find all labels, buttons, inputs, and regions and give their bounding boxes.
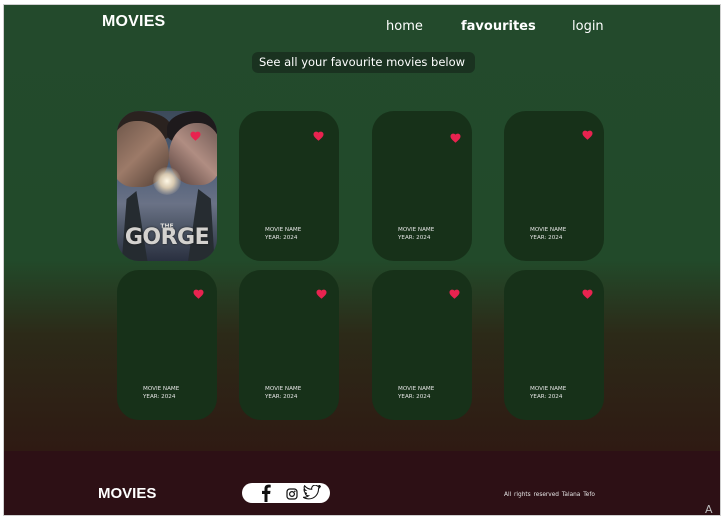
poster-art <box>153 167 181 195</box>
movie-card[interactable]: MOVIE NAME YEAR: 2024 <box>504 111 604 261</box>
movie-name: MOVIE NAME <box>265 227 302 233</box>
movie-meta: MOVIE NAME YEAR: 2024 <box>398 227 434 242</box>
heart-icon[interactable] <box>316 289 328 301</box>
footer: MOVIES All rights reserved Talana Tefo <box>4 451 720 515</box>
author-name: Talana Tefo <box>561 492 595 498</box>
movie-meta: MOVIE NAME YEAR: 2024 <box>265 386 301 401</box>
movie-year: YEAR: 2024 <box>398 234 431 241</box>
instagram-icon[interactable] <box>286 487 298 505</box>
movie-year: YEAR: 2024 <box>265 234 298 241</box>
heart-icon[interactable] <box>582 289 594 301</box>
nav-favourites-link[interactable]: favourites <box>461 19 536 34</box>
site-logo[interactable]: MOVIES <box>102 13 165 31</box>
heart-icon[interactable] <box>450 133 462 145</box>
heart-icon[interactable] <box>193 289 205 301</box>
movie-name: MOVIE NAME <box>265 386 302 392</box>
movie-card[interactable]: MOVIE NAME YEAR: 2024 <box>372 111 472 261</box>
movie-card[interactable]: THE GORGE <box>117 111 217 261</box>
twitter-icon[interactable] <box>301 484 322 505</box>
movie-card[interactable]: MOVIE NAME YEAR: 2024 <box>372 270 472 420</box>
movie-year: YEAR: 2024 <box>265 393 298 400</box>
footer-logo[interactable]: MOVIES <box>98 485 156 502</box>
movie-meta: MOVIE NAME YEAR: 2024 <box>398 386 434 401</box>
movie-meta: MOVIE NAME YEAR: 2024 <box>143 386 179 401</box>
movie-name: MOVIE NAME <box>398 227 435 233</box>
facebook-icon[interactable] <box>261 484 271 507</box>
movie-card[interactable]: MOVIE NAME YEAR: 2024 <box>239 270 339 420</box>
nav-login-link[interactable]: login <box>572 19 604 34</box>
heart-icon[interactable] <box>582 130 594 142</box>
movie-name: MOVIE NAME <box>530 227 567 233</box>
copyright-text: All rights reserved Talana Tefo <box>504 492 595 498</box>
movie-meta: MOVIE NAME YEAR: 2024 <box>265 227 301 242</box>
movie-year: YEAR: 2024 <box>530 234 563 241</box>
movie-card[interactable]: MOVIE NAME YEAR: 2024 <box>117 270 217 420</box>
movie-name: MOVIE NAME <box>398 386 435 392</box>
movie-card[interactable]: MOVIE NAME YEAR: 2024 <box>239 111 339 261</box>
movie-year: YEAR: 2024 <box>143 393 176 400</box>
favourites-page: MOVIES home favourites login See all you… <box>4 5 720 451</box>
movie-name: MOVIE NAME <box>143 386 180 392</box>
poster-title: GORGE <box>124 225 210 250</box>
nav-home-link[interactable]: home <box>386 19 423 34</box>
intro-banner: See all your favourite movies below <box>252 52 475 73</box>
browser-frame: MOVIES home favourites login See all you… <box>3 4 721 516</box>
social-links <box>242 483 330 503</box>
movie-year: YEAR: 2024 <box>398 393 431 400</box>
corner-mark: A <box>705 503 713 516</box>
movie-name: MOVIE NAME <box>530 386 567 392</box>
movie-year: YEAR: 2024 <box>530 393 563 400</box>
heart-icon[interactable] <box>313 131 325 143</box>
rights-label: All rights reserved <box>504 492 559 498</box>
movie-card[interactable]: MOVIE NAME YEAR: 2024 <box>504 270 604 420</box>
heart-icon[interactable] <box>190 131 202 143</box>
movie-meta: MOVIE NAME YEAR: 2024 <box>530 227 566 242</box>
movie-meta: MOVIE NAME YEAR: 2024 <box>530 386 566 401</box>
heart-icon[interactable] <box>449 289 461 301</box>
